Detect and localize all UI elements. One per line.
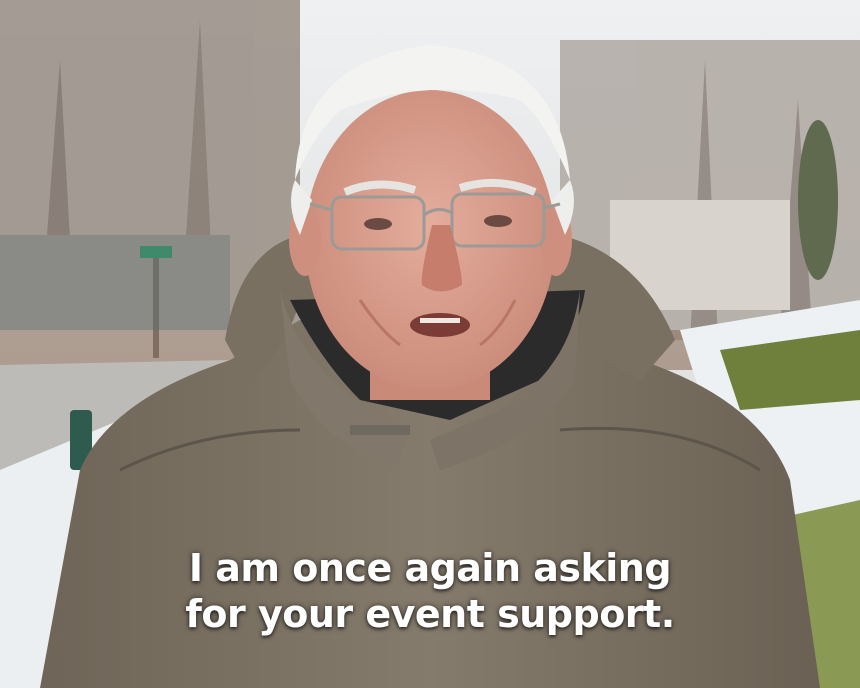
mouth (410, 313, 470, 337)
meme-caption: I am once again asking for your event su… (0, 545, 860, 637)
caption-line-2: for your event support. (185, 592, 675, 636)
street-sign (140, 246, 172, 258)
zipper-pull (350, 425, 410, 435)
house-left (0, 235, 230, 330)
meme-image: I am once again asking for your event su… (0, 0, 860, 688)
caption-line-1: I am once again asking (188, 546, 672, 590)
evergreen-tree (798, 120, 838, 280)
